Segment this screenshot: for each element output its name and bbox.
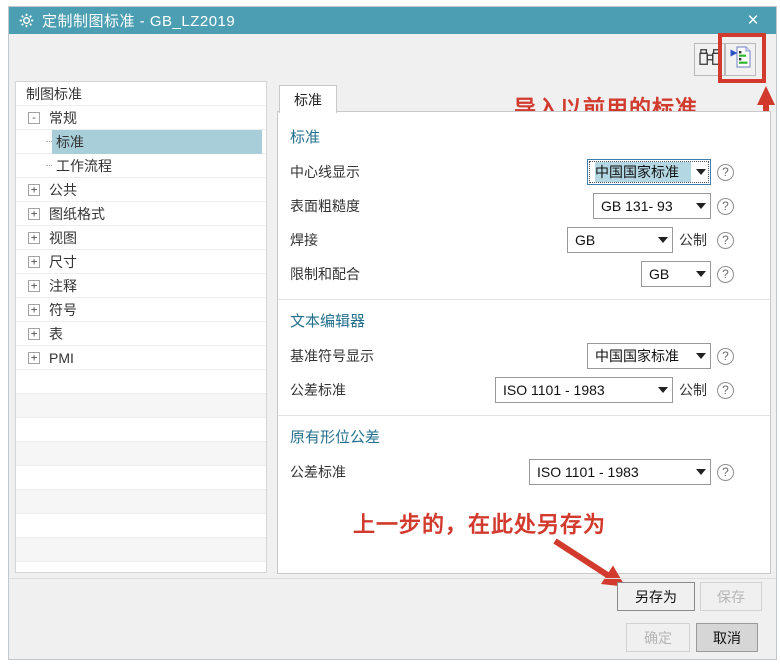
help-icon[interactable]: ? [717, 232, 734, 249]
tolerance-standard-select[interactable]: ISO 1101 - 1983 [495, 377, 673, 403]
import-highlight-annotation [718, 33, 766, 83]
surface-finish-select[interactable]: GB 131- 93 [593, 193, 711, 219]
tab-standard[interactable]: 标准 [279, 85, 337, 113]
chevron-down-icon [696, 203, 706, 209]
tree-empty-row [16, 418, 266, 442]
save-as-button[interactable]: 另存为 [617, 582, 695, 611]
save-button[interactable]: 保存 [700, 582, 762, 611]
help-icon[interactable]: ? [717, 382, 734, 399]
tree-item-sheet-format[interactable]: + 图纸格式 [16, 202, 266, 226]
expand-icon[interactable]: + [28, 208, 40, 220]
section-title-retained-gdt: 原有形位公差 [290, 426, 758, 447]
section-title-text-editor: 文本编辑器 [290, 310, 758, 331]
field-label: 公差标准 [290, 462, 346, 482]
tree-empty-row [16, 466, 266, 490]
footer-divider [9, 578, 776, 579]
field-row-datum-symbol: 基准符号显示 中国国家标准 ? [290, 343, 758, 369]
chevron-down-icon [696, 353, 706, 359]
field-row-legacy-tolerance-standard: 公差标准 ISO 1101 - 1983 ? [290, 459, 758, 485]
datum-symbol-select[interactable]: 中国国家标准 [587, 343, 711, 369]
field-label: 中心线显示 [290, 162, 360, 182]
expand-icon[interactable]: + [28, 232, 40, 244]
expand-icon[interactable]: + [28, 304, 40, 316]
help-icon[interactable]: ? [717, 198, 734, 215]
ok-button[interactable]: 确定 [626, 623, 690, 652]
tree-empty-row [16, 370, 266, 394]
expand-icon[interactable]: + [28, 328, 40, 340]
tree-item-general[interactable]: - 常规 [16, 106, 266, 130]
save-as-note-annotation: 上一步的，在此处另存为 [353, 507, 606, 539]
tree-item-dimensions[interactable]: + 尺寸 [16, 250, 266, 274]
chevron-down-icon [696, 469, 706, 475]
help-icon[interactable]: ? [717, 164, 734, 181]
chevron-down-icon [696, 169, 706, 175]
field-label: 表面粗糙度 [290, 196, 360, 216]
tree-item-tables[interactable]: + 表 [16, 322, 266, 346]
chevron-down-icon [658, 387, 668, 393]
help-icon[interactable]: ? [717, 266, 734, 283]
tree-empty-row [16, 442, 266, 466]
field-row-surface-finish: 表面粗糙度 GB 131- 93 ? [290, 193, 758, 219]
gear-icon [19, 13, 34, 28]
drafting-standards-tree: 制图标准 - 常规 标准 工作流程 + 公共 + 图纸格式 + 视图 + 尺寸 [15, 81, 267, 573]
tree-empty-row [16, 490, 266, 514]
tree-connector-stub [46, 141, 52, 142]
tree-item-workflow[interactable]: 工作流程 [16, 154, 266, 178]
section-title-standard: 标准 [290, 126, 758, 147]
field-row-welding: 焊接 GB 公制 ? [290, 227, 758, 253]
tree-empty-row [16, 538, 266, 562]
centerline-display-select[interactable]: 中国国家标准 [587, 159, 711, 185]
tree-empty-row [16, 394, 266, 418]
tree-item-standard[interactable]: 标准 [16, 130, 266, 154]
field-label: 基准符号显示 [290, 346, 374, 366]
tree-item-drafting-standard[interactable]: 制图标准 [16, 82, 266, 106]
expand-icon[interactable]: + [28, 280, 40, 292]
settings-panel: 标准 中心线显示 中国国家标准 ? 表面粗糙度 GB 131- 93 ? 焊接 … [277, 111, 771, 574]
tree-item-common[interactable]: + 公共 [16, 178, 266, 202]
field-label: 公差标准 [290, 380, 346, 400]
tree-empty-row [16, 562, 266, 573]
field-label: 焊接 [290, 230, 318, 250]
tree-item-views[interactable]: + 视图 [16, 226, 266, 250]
section-divider [278, 299, 770, 300]
cancel-button[interactable]: 取消 [696, 623, 758, 652]
section-divider [278, 415, 770, 416]
expand-icon[interactable]: + [28, 352, 40, 364]
tree-item-symbols[interactable]: + 符号 [16, 298, 266, 322]
limits-fits-select[interactable]: GB [641, 261, 711, 287]
help-icon[interactable]: ? [717, 464, 734, 481]
help-icon[interactable]: ? [717, 348, 734, 365]
tree-empty-row [16, 514, 266, 538]
chevron-down-icon [658, 237, 668, 243]
close-icon[interactable]: × [740, 8, 766, 34]
tree-connector-stub [46, 165, 52, 166]
field-row-tolerance-standard: 公差标准 ISO 1101 - 1983 公制 ? [290, 377, 758, 403]
dialog-title: 定制制图标准 - GB_LZ2019 [42, 10, 740, 31]
units-label: 公制 [679, 380, 707, 400]
title-bar[interactable]: 定制制图标准 - GB_LZ2019 × [9, 7, 776, 34]
expand-icon[interactable]: + [28, 256, 40, 268]
customize-drafting-standard-dialog: 定制制图标准 - GB_LZ2019 × 导入以前用的标 [8, 6, 777, 660]
expand-icon[interactable]: + [28, 184, 40, 196]
legacy-tolerance-standard-select[interactable]: ISO 1101 - 1983 [529, 459, 711, 485]
field-label: 限制和配合 [290, 264, 360, 284]
chevron-down-icon [696, 271, 706, 277]
tree-item-pmi[interactable]: + PMI [16, 346, 266, 370]
tree-item-annotations[interactable]: + 注释 [16, 274, 266, 298]
field-row-centerline-display: 中心线显示 中国国家标准 ? [290, 159, 758, 185]
units-label: 公制 [679, 230, 707, 250]
collapse-icon[interactable]: - [28, 112, 40, 124]
welding-select[interactable]: GB [567, 227, 673, 253]
field-row-limits-fits: 限制和配合 GB ? [290, 261, 758, 287]
